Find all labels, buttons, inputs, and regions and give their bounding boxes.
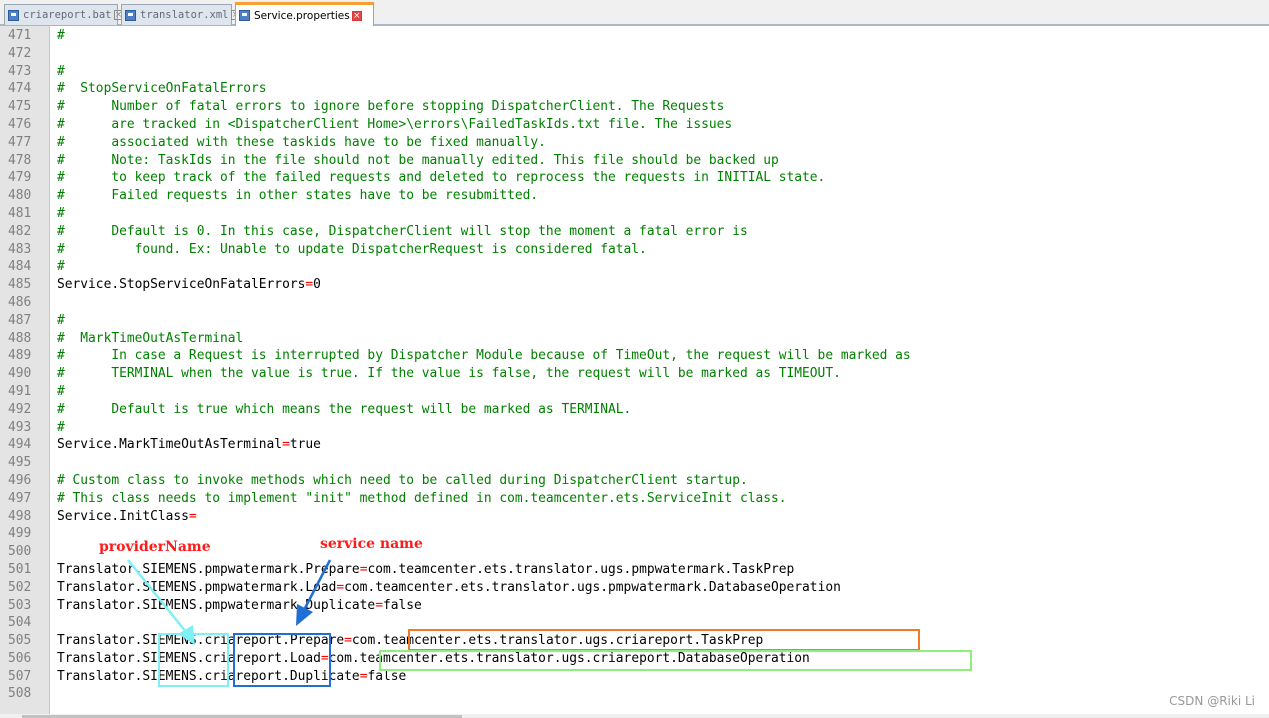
service-pointer-line: [302, 559, 332, 611]
watermark: CSDN @Riki Li: [1169, 694, 1255, 708]
annotation-layer: [127, 559, 332, 645]
service-name-highlight-box: [233, 633, 331, 687]
provider-name-highlight-box: [158, 633, 229, 687]
service-name-label: service name: [320, 536, 423, 552]
provider-name-label: providerName: [99, 539, 211, 555]
load-value-highlight-box: [379, 650, 972, 671]
prepare-value-highlight-box: [408, 629, 920, 651]
provider-pointer-line: [127, 559, 187, 633]
